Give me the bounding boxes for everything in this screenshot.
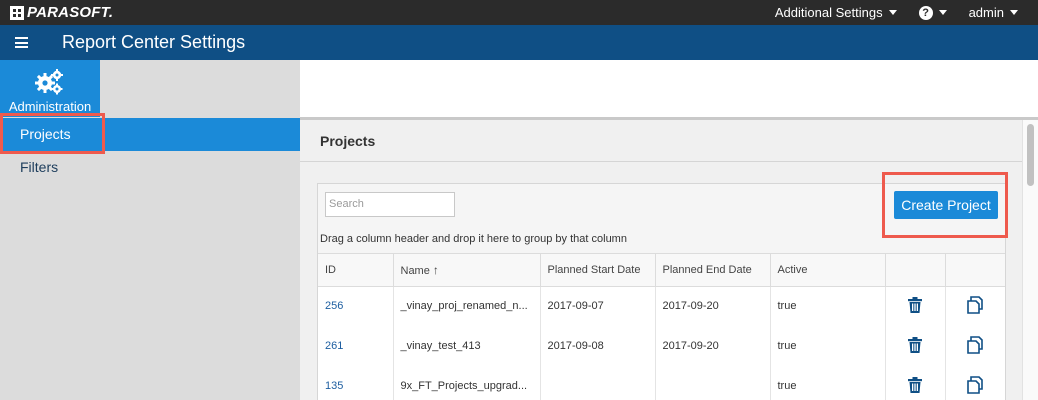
cell-active: true <box>770 286 886 326</box>
main-top-area <box>300 60 1038 117</box>
cell-active: true <box>770 366 886 400</box>
copy-icon[interactable] <box>965 295 985 318</box>
cell-planned-end <box>655 366 771 400</box>
trash-icon[interactable] <box>908 376 922 396</box>
cell-planned-start: 2017-09-08 <box>540 326 656 366</box>
help-menu[interactable]: ? <box>918 5 947 20</box>
cell-name: _vinay_test_413 <box>393 326 541 366</box>
chevron-down-icon <box>1010 10 1018 15</box>
administration-label: Administration <box>8 99 92 114</box>
copy-icon[interactable] <box>965 335 985 358</box>
column-header-id[interactable]: ID <box>318 254 394 287</box>
create-project-button[interactable]: Create Project <box>894 191 998 219</box>
logo-mark-icon <box>10 5 24 20</box>
column-header-name[interactable]: Name ↑ <box>393 254 541 287</box>
cell-planned-start: 2017-09-07 <box>540 286 656 326</box>
cell-delete <box>885 366 946 400</box>
table-row[interactable]: 261 _vinay_test_413 2017-09-08 2017-09-20 tr… <box>318 326 1005 366</box>
table-row[interactable]: 135 9x_FT_Projects_upgrad... true <box>318 366 1005 400</box>
column-header-copy <box>945 254 1005 287</box>
cell-name: 9x_FT_Projects_upgrad... <box>393 366 541 400</box>
sidebar-item-projects[interactable]: Projects <box>0 118 300 151</box>
cell-id[interactable]: 135 <box>318 366 394 400</box>
search-input[interactable]: Search <box>325 192 455 217</box>
cell-name: _vinay_proj_renamed_n... <box>393 286 541 326</box>
column-header-planned-end[interactable]: Planned End Date <box>655 254 771 287</box>
parasoft-logo: PARASOFT. <box>10 4 113 21</box>
app-header: Report Center Settings <box>0 25 1038 60</box>
page-title: Report Center Settings <box>62 32 246 52</box>
logo-text: PARASOFT. <box>27 4 114 21</box>
cell-id[interactable]: 256 <box>318 286 394 326</box>
scrollbar-thumb[interactable] <box>1027 124 1034 186</box>
grid-toolbar: Search Create Project Drag a column head… <box>318 184 1005 254</box>
copy-icon[interactable] <box>965 375 985 398</box>
administration-tile[interactable]: Administration <box>0 60 100 117</box>
cell-copy <box>945 366 1005 400</box>
group-hint[interactable]: Drag a column header and drop it here to… <box>320 233 627 245</box>
cell-active: true <box>770 326 886 366</box>
column-header-planned-start[interactable]: Planned Start Date <box>540 254 656 287</box>
cell-planned-start <box>540 366 656 400</box>
chevron-down-icon <box>938 10 947 15</box>
sidebar-item-filters[interactable]: Filters <box>0 151 300 184</box>
chevron-down-icon <box>888 10 897 15</box>
cell-copy <box>945 286 1005 326</box>
sidebar-item-label: Filters <box>20 159 59 175</box>
gears-icon <box>35 69 63 95</box>
trash-icon[interactable] <box>908 336 922 356</box>
top-bar: PARASOFT. Additional Settings ? admin <box>0 0 1038 25</box>
additional-settings-menu[interactable]: Additional Settings <box>775 5 897 20</box>
table-header-row: ID Name ↑ Planned Start Date Planned End … <box>318 254 1005 287</box>
divider <box>300 161 1022 162</box>
projects-panel: Projects Search Create Project Drag a co… <box>300 120 1022 400</box>
column-header-delete <box>885 254 946 287</box>
column-header-active[interactable]: Active <box>770 254 886 287</box>
sort-ascending-icon: ↑ <box>432 262 439 277</box>
cell-planned-end: 2017-09-20 <box>655 326 771 366</box>
cell-delete <box>885 286 946 326</box>
top-nav: Additional Settings ? admin <box>753 0 1018 25</box>
projects-grid: Search Create Project Drag a column head… <box>317 183 1006 400</box>
user-name: admin <box>968 5 1004 20</box>
panel-title: Projects <box>320 133 376 149</box>
table-row[interactable]: 256 _vinay_proj_renamed_n... 2017-09-07 201… <box>318 286 1005 326</box>
user-menu[interactable]: admin <box>969 5 1018 20</box>
cell-delete <box>885 326 946 366</box>
projects-table: ID Name ↑ Planned Start Date Planned End … <box>318 254 1005 400</box>
cell-id[interactable]: 261 <box>318 326 394 366</box>
scrollbar[interactable] <box>1022 120 1038 400</box>
help-icon: ? <box>918 5 933 20</box>
cell-planned-end: 2017-09-20 <box>655 286 771 326</box>
hamburger-icon[interactable] <box>15 37 28 48</box>
sidebar-item-label: Projects <box>20 126 71 142</box>
additional-settings-label: Additional Settings <box>774 5 883 20</box>
sidebar: Administration Projects Filters <box>0 60 300 400</box>
trash-icon[interactable] <box>908 296 922 316</box>
cell-copy <box>945 326 1005 366</box>
